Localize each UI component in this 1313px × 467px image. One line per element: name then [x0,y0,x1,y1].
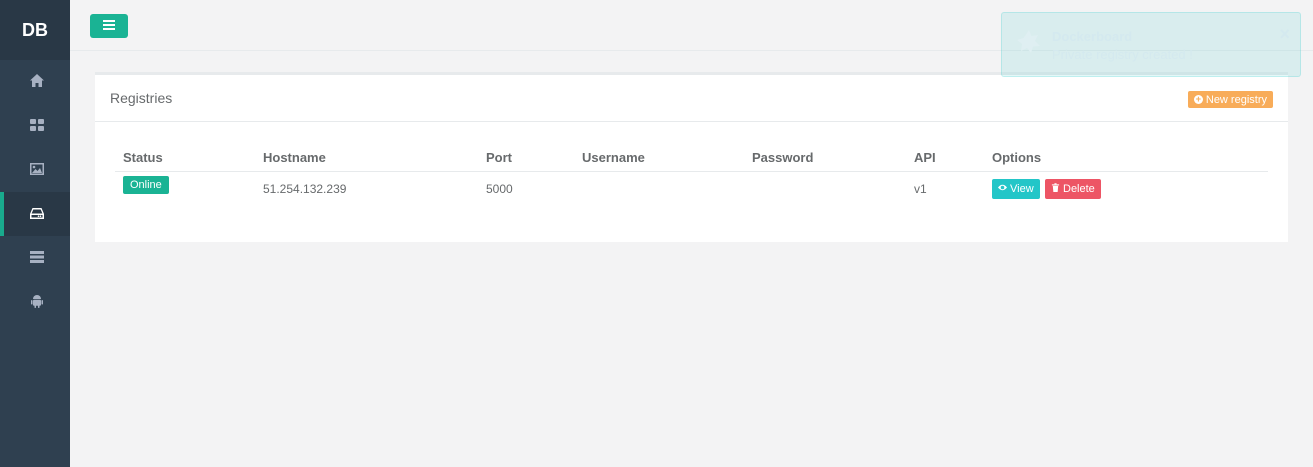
status-cell: Online [115,171,255,206]
hdd-icon [29,205,45,224]
column-header-status: Status [115,144,255,172]
new-registry-button[interactable]: + New registry [1187,91,1273,108]
panel-header: Registries + New registry [95,75,1288,122]
sidebar-item-home[interactable] [0,60,70,104]
image-icon [29,161,45,180]
registries-panel: Registries + New registry Status Hostnam… [95,72,1288,242]
toast-message: Private registry created ! [1052,47,1193,62]
toast-title: Dockerboard [1052,29,1133,44]
trash-icon [1051,183,1060,195]
delete-label: Delete [1063,182,1095,195]
column-header-username: Username [574,144,744,172]
status-badge: Online [123,175,169,194]
column-header-options: Options [984,144,1268,172]
plus-circle-icon: + [1193,94,1203,104]
registries-table: Status Hostname Port Username Password A… [115,144,1268,206]
column-header-port: Port [478,144,574,172]
sidebar-item-registries[interactable] [0,192,70,236]
options-cell: View Delete [984,171,1268,206]
username-cell [574,171,744,206]
dashboard-icon [29,117,45,136]
docker-icon [1016,29,1042,55]
panel-title: Registries [110,90,173,106]
delete-button[interactable]: Delete [1045,178,1101,199]
server-icon [29,249,45,268]
toast-notification: Dockerboard Private registry created ! × [1001,12,1301,77]
column-header-api: API [906,144,984,172]
sidebar-item-images[interactable] [0,148,70,192]
eye-icon [998,183,1007,195]
view-label: View [1010,182,1034,195]
table-row: Online 51.254.132.239 5000 v1 View Delet… [115,171,1268,206]
sidebar-item-android[interactable] [0,280,70,324]
sidebar-item-dashboard[interactable] [0,104,70,148]
view-button[interactable]: View [992,178,1040,199]
sidebar-item-servers[interactable] [0,236,70,280]
column-header-hostname: Hostname [255,144,478,172]
api-cell: v1 [914,181,927,196]
close-icon[interactable]: × [1279,25,1290,43]
brand-logo[interactable]: DB [0,0,70,60]
menu-toggle-button[interactable] [90,14,128,38]
hamburger-icon [102,19,116,34]
column-header-password: Password [744,144,906,172]
password-cell [744,171,906,206]
hostname-cell: 51.254.132.239 [263,181,347,196]
sidebar: DB [0,0,70,467]
home-icon [29,73,45,92]
android-icon [29,293,45,312]
port-cell: 5000 [486,181,513,196]
new-registry-label: New registry [1205,93,1267,106]
table-header-row: Status Hostname Port Username Password A… [115,144,1268,172]
